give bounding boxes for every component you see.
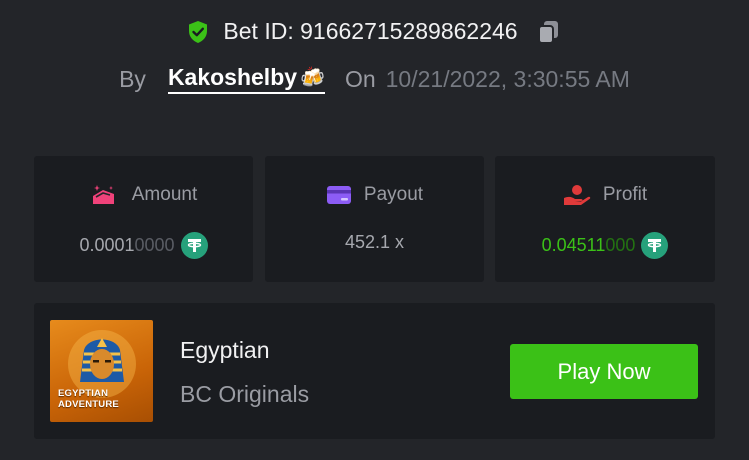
thumbnail-text: EGYPTIAN ADVENTURE [58,388,119,410]
game-name[interactable]: Egyptian [180,337,270,364]
amount-icon [92,185,114,204]
payout-card: Payout 452.1 x [265,156,484,282]
profit-label: Profit [602,184,648,205]
bet-id-row: Bet ID: 91662715289862246 [0,18,749,45]
amount-card: Amount 0.0001 0000 [34,156,253,282]
bet-id-text: Bet ID: 91662715289862246 [223,18,518,44]
game-thumbnail[interactable]: EGYPTIAN ADVENTURE [50,320,153,422]
username-text: Kakoshelby [167,64,298,90]
beer-emoji-icon: 🍻 [300,67,325,89]
profit-card: Profit 0.04511 000 [495,156,715,282]
play-now-button[interactable]: Play Now [510,344,698,399]
card-icon [326,186,351,204]
on-label: On [344,65,376,92]
amount-value-trailing: 0000 [134,235,175,255]
bet-details-page: Bet ID: 91662715289862246 By Kakoshelby … [0,0,749,460]
payout-value: 452.1 x [344,232,405,252]
shield-check-icon [189,20,208,43]
author-row: By Kakoshelby 🍻 On 10/21/2022, 3:30:55 A… [0,64,749,94]
profit-hand-icon [563,185,591,205]
game-provider: BC Originals [180,381,310,407]
username-link[interactable]: Kakoshelby 🍻 [167,64,325,94]
amount-value: 0.0001 [79,235,135,255]
profit-value: 0.04511 [541,235,606,255]
tether-icon [641,232,669,259]
copy-icon[interactable] [536,19,562,45]
bet-datetime: 10/21/2022, 3:30:55 AM [385,65,630,92]
game-card: EGYPTIAN ADVENTURE Egyptian BC Originals… [34,303,715,439]
amount-label: Amount [131,184,198,205]
tether-icon [180,232,208,259]
payout-label: Payout [363,184,424,205]
profit-value-trailing: 000 [605,235,636,255]
by-label: By [119,65,146,92]
